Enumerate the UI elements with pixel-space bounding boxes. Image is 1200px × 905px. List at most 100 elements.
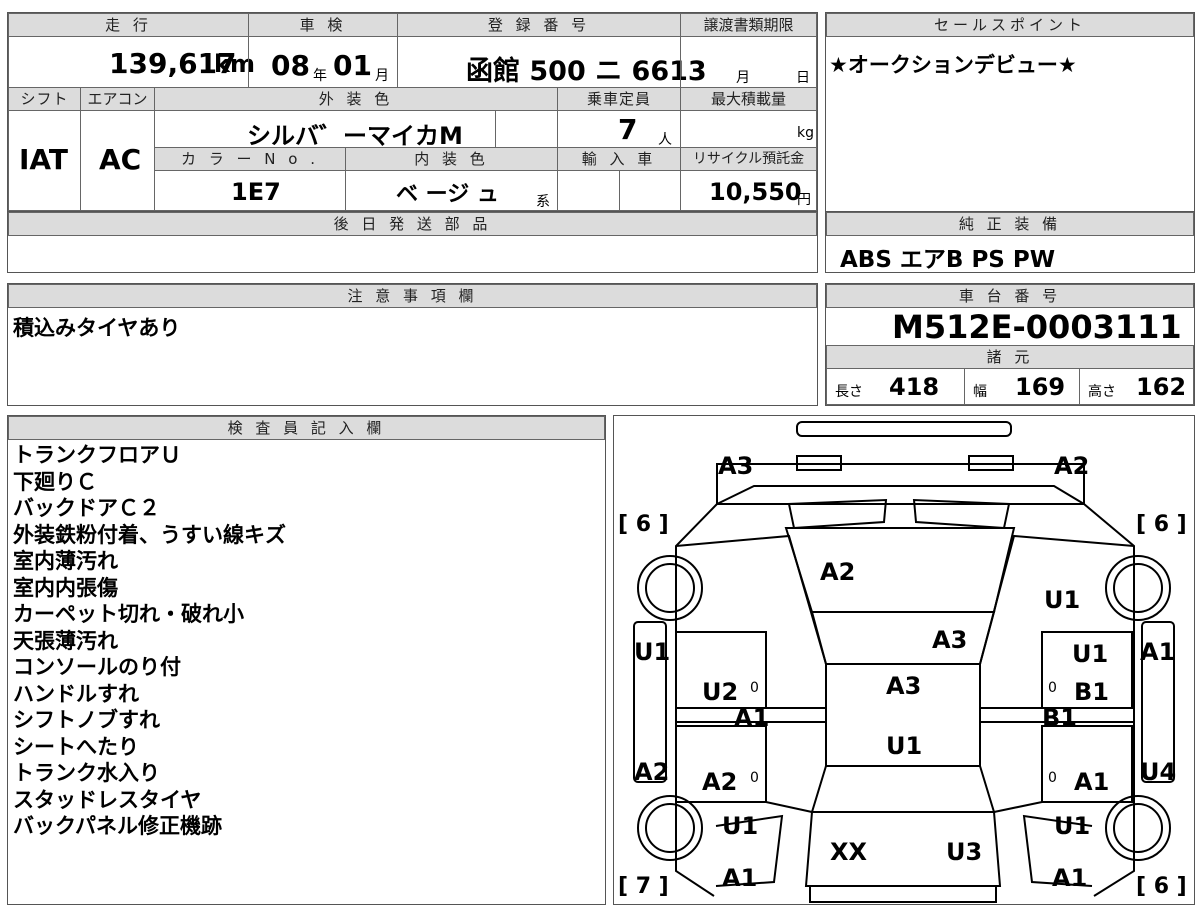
interior-color-label: 内 装 色 [345, 147, 558, 171]
interior-color-value: ベ ージ ュ [396, 182, 499, 207]
tread-bottom-right: [ 6 ] [1136, 874, 1187, 899]
import-cell-b [619, 170, 681, 211]
inspection-year-unit: 年 [313, 68, 327, 84]
inspector-box: 検 査 員 記 入 欄 トランクフロアＵ 下廻りＣ バックドアＣ２ 外装鉄粉付着、うす… [7, 415, 606, 905]
mark-front-right: A1 [1052, 864, 1088, 892]
inspector-note-line: ハンドルすれ [13, 681, 139, 706]
mark-left-front-door-zero: 0 [750, 770, 759, 786]
inspector-note-line: トランクフロアＵ [13, 443, 181, 467]
transfer-day-unit: 日 [796, 70, 810, 86]
inspector-note-line: 室内内張傷 [13, 575, 118, 600]
mark-right-rear-fender: U1 [1044, 586, 1081, 614]
tread-top-right: [ 6 ] [1136, 512, 1187, 537]
inspection-cell: 08 年 01 月 [248, 36, 398, 88]
genuine-equipment-value: ABS エアB PS PW [840, 247, 1056, 273]
height-cell: 高さ 162 [1079, 368, 1194, 405]
mark-left-front-outer: A2 [634, 758, 670, 786]
length-cell: 長さ 418 [826, 368, 965, 405]
width-value: 169 [1015, 373, 1066, 401]
sales-point-box: セールスポイント ★オークションデビュー★ [825, 12, 1195, 212]
genuine-equipment-label: 純 正 装 備 [826, 212, 1194, 236]
ac-cell: AC [80, 110, 155, 211]
transfer-deadline-label: 譲渡書類期限 [680, 13, 817, 37]
mark-right-fender: U1 [1054, 812, 1091, 840]
exterior-color-cell: シルバ゛ーマイカM [154, 110, 496, 150]
registration-label: 登 録 番 号 [397, 13, 681, 37]
inspector-note-line: トランク水入り [13, 761, 160, 785]
registration-number: 函館 500 ニ 6613 [466, 56, 707, 87]
color-no-label: カ ラ ー N o . [154, 147, 346, 171]
exterior-color-label: 外 装 色 [154, 87, 558, 111]
inspector-note-line: カーペット切れ・破れ小 [13, 602, 244, 626]
mark-right-quarter-upper: U1 [1072, 640, 1109, 668]
inspector-note-line: バックパネル修正機跡 [13, 814, 222, 838]
inspector-note-line: バックドアＣ２ [13, 496, 160, 520]
inspector-note-line: スタッドレスタイヤ [13, 787, 202, 812]
length-label: 長さ [835, 384, 863, 400]
inspector-label: 検 査 員 記 入 欄 [8, 416, 605, 440]
inspector-note-line: 室内薄汚れ [13, 549, 118, 573]
shift-label: シフト [8, 87, 81, 111]
shift-cell: IAT [8, 110, 81, 211]
mark-right-front-door: A1 [1074, 768, 1110, 796]
import-cell-a [557, 170, 620, 211]
exterior-color-value: シルバ゛ーマイカM [247, 122, 463, 150]
mark-right-rear-door: B1 [1074, 678, 1109, 706]
chassis-box: 車 台 番 号 M512E-0003111 諸 元 長さ 418 幅 169 高… [825, 283, 1195, 406]
inspection-month-unit: 月 [375, 68, 389, 84]
capacity-cell: 7 人 [557, 110, 681, 148]
width-cell: 幅 169 [964, 368, 1080, 405]
later-parts-box: 後 日 発 送 部 品 [7, 211, 818, 273]
mark-right-rear-door-zero: 0 [1048, 680, 1057, 696]
capacity-unit: 人 [658, 132, 672, 148]
later-parts-label: 後 日 発 送 部 品 [8, 212, 817, 236]
mark-left-rear-door: U2 [702, 678, 739, 706]
inspection-year: 08 [271, 49, 310, 82]
mark-left-step: A1 [734, 704, 770, 732]
length-value: 418 [889, 373, 940, 401]
max-load-label: 最大積載量 [680, 87, 817, 111]
tread-top-left: [ 6 ] [618, 512, 669, 537]
inspector-notes-list: トランクフロアＵ 下廻りＣ バックドアＣ２ 外装鉄粉付着、うすい線キズ 室内薄汚れ 室内内… [13, 442, 286, 840]
exterior-color-extra-cell [495, 110, 558, 148]
mileage-label: 走 行 [8, 13, 249, 37]
width-label: 幅 [973, 384, 987, 400]
mark-left-quarter: U1 [634, 638, 671, 666]
mark-rear-glass: A2 [820, 558, 856, 586]
genuine-equipment-box: 純 正 装 備 ABS エアB PS PW [825, 211, 1195, 273]
registration-cell: 函館 500 ニ 6613 [397, 36, 707, 88]
mark-roof-front: U1 [886, 732, 923, 760]
ac-label: エアコン [80, 87, 155, 111]
interior-color-suffix: 系 [536, 194, 550, 210]
inspection-month: 01 [333, 49, 372, 82]
mark-hood-right: U3 [946, 838, 983, 866]
chassis-number: M512E-0003111 [892, 308, 1182, 346]
damage-diagram-box: [ 6 ] [ 6 ] [ 7 ] [ 6 ] A3 A2 A2 U1 A3 U… [613, 415, 1195, 905]
capacity-value: 7 [618, 113, 638, 146]
height-value: 162 [1136, 373, 1187, 401]
inspector-note-line: 外装鉄粉付着、うすい線キズ [13, 522, 286, 547]
color-no-cell: 1E7 [154, 170, 346, 211]
inspector-note-line: 下廻りＣ [13, 469, 97, 494]
inspector-note-line: シフトノブすれ [13, 708, 160, 732]
mark-hood-left: XX [830, 838, 868, 866]
mark-left-fender: U1 [722, 812, 759, 840]
vehicle-info-grid: 走 行 車 検 登 録 番 号 譲渡書類期限 139,617 km 08 年 0… [7, 12, 818, 212]
mark-right-quarter-outer: A1 [1140, 638, 1176, 666]
transfer-deadline-cell: 月 日 [680, 36, 817, 88]
inspection-label: 車 検 [248, 13, 398, 37]
recycle-label: リサイクル預託金 [680, 147, 817, 171]
inspector-note-line: シートへたり [13, 734, 139, 759]
interior-color-cell: ベ ージ ュ 系 [345, 170, 558, 211]
shift-value: IAT [19, 143, 69, 176]
inspector-note-line: 天張薄汚れ [13, 628, 118, 653]
recycle-unit: 円 [797, 192, 811, 208]
specs-label: 諸 元 [826, 345, 1194, 369]
height-label: 高さ [1088, 384, 1116, 400]
mark-right-step: B1 [1042, 704, 1077, 732]
mark-roof-rear: A3 [932, 626, 968, 654]
mark-left-rear-door-zero: 0 [750, 680, 759, 696]
mark-front-left: A1 [722, 864, 758, 892]
tread-bottom-left: [ 7 ] [618, 874, 669, 899]
mark-rear-left: A3 [718, 452, 754, 480]
